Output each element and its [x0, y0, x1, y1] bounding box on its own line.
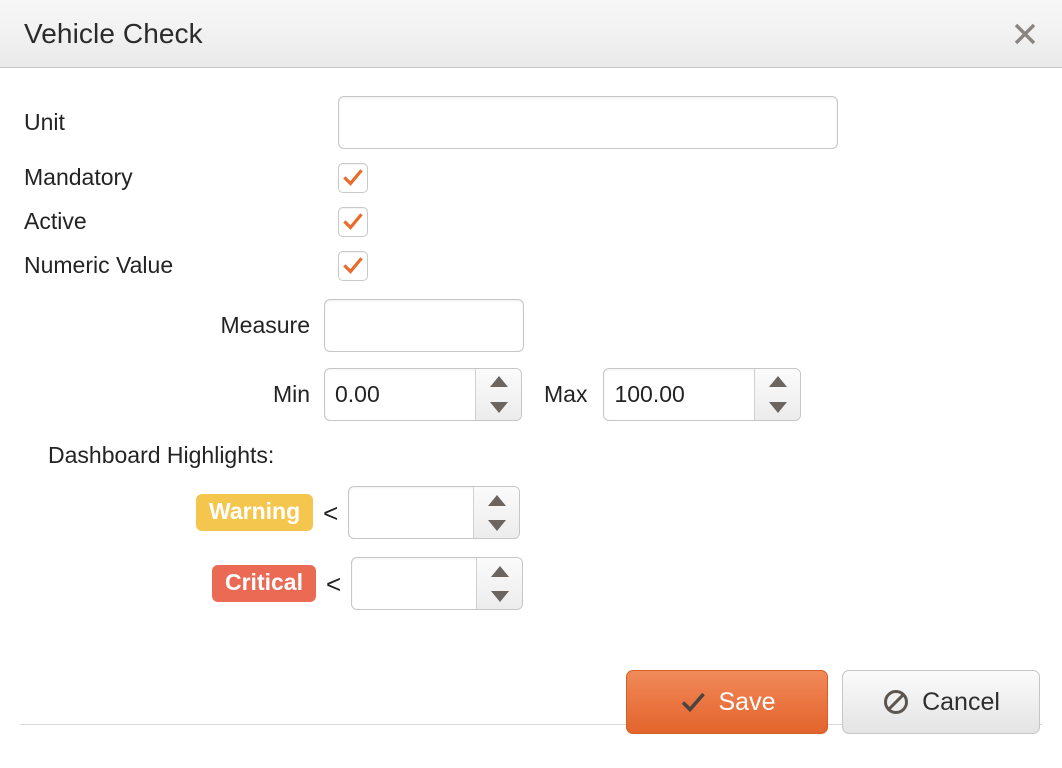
chevron-up-icon	[487, 494, 506, 506]
dashboard-highlights-section: Dashboard Highlights:	[24, 442, 1038, 468]
close-icon	[1012, 21, 1038, 47]
min-decrement-button[interactable]	[476, 395, 521, 421]
critical-threshold-input[interactable]	[352, 558, 477, 610]
row-warning: Warning <	[24, 486, 1038, 540]
max-input[interactable]	[604, 369, 755, 420]
critical-operator: <	[325, 568, 342, 599]
mandatory-checkbox[interactable]	[338, 163, 368, 193]
dialog-header: Vehicle Check	[0, 0, 1062, 68]
row-active: Active	[24, 207, 1038, 237]
dialog-footer: Save Cancel	[0, 670, 1062, 768]
active-label: Active	[24, 208, 87, 235]
chevron-down-icon	[489, 401, 508, 413]
warning-decrement-button[interactable]	[474, 513, 519, 539]
min-spinner-buttons	[475, 369, 521, 420]
chevron-down-icon	[487, 520, 506, 532]
save-button-label: Save	[718, 687, 776, 716]
cancel-button[interactable]: Cancel	[842, 670, 1040, 734]
check-icon	[342, 167, 364, 189]
warning-threshold-spinner[interactable]	[348, 486, 521, 540]
check-icon	[342, 211, 364, 233]
row-unit: Unit	[24, 96, 1038, 149]
chevron-up-icon	[768, 376, 787, 388]
max-spinner[interactable]	[603, 368, 802, 421]
critical-spinner-buttons	[476, 558, 523, 610]
active-checkbox[interactable]	[338, 207, 368, 237]
cancel-button-label: Cancel	[922, 687, 1000, 716]
page-title: Vehicle Check	[24, 17, 203, 49]
chevron-down-icon	[768, 401, 787, 413]
min-input[interactable]	[325, 369, 475, 420]
numeric-value-checkbox[interactable]	[338, 251, 368, 281]
critical-increment-button[interactable]	[477, 558, 522, 584]
chevron-down-icon	[490, 591, 509, 603]
unit-input[interactable]	[338, 96, 838, 149]
max-decrement-button[interactable]	[755, 395, 800, 421]
max-spinner-buttons	[754, 369, 801, 421]
critical-badge: Critical	[212, 565, 316, 603]
check-icon	[342, 255, 364, 277]
unit-label: Unit	[24, 108, 65, 135]
max-label: Max	[544, 380, 588, 407]
mandatory-label: Mandatory	[24, 164, 133, 191]
critical-decrement-button[interactable]	[477, 584, 522, 610]
warning-badge: Warning	[196, 494, 314, 532]
numeric-value-label: Numeric Value	[24, 252, 174, 279]
warning-threshold-input[interactable]	[349, 487, 474, 539]
row-mandatory: Mandatory	[24, 163, 1038, 193]
min-label: Min	[272, 380, 310, 407]
save-button[interactable]: Save	[626, 670, 828, 734]
check-icon	[679, 688, 707, 716]
chevron-up-icon	[489, 376, 508, 388]
ban-icon	[882, 688, 910, 716]
chevron-up-icon	[490, 565, 509, 577]
max-increment-button[interactable]	[755, 369, 800, 395]
dialog-body: Unit Mandatory Active Numeric Value Meas…	[0, 68, 1062, 768]
min-increment-button[interactable]	[476, 369, 521, 395]
critical-threshold-spinner[interactable]	[351, 557, 524, 611]
warning-spinner-buttons	[473, 487, 520, 539]
measure-label: Measure	[220, 311, 310, 338]
warning-operator: <	[323, 497, 339, 528]
row-critical: Critical <	[24, 557, 1038, 611]
warning-increment-button[interactable]	[474, 487, 519, 513]
close-button[interactable]	[1008, 17, 1042, 51]
row-min-max: Min Max	[24, 368, 1038, 421]
vehicle-check-dialog: Vehicle Check Unit Mandatory Active Nume…	[0, 0, 1062, 768]
measure-input[interactable]	[324, 299, 524, 352]
min-spinner[interactable]	[324, 368, 522, 421]
row-numeric-value: Numeric Value	[24, 251, 1038, 281]
dashboard-highlights-label: Dashboard Highlights:	[48, 442, 275, 468]
row-measure: Measure	[24, 299, 1038, 352]
